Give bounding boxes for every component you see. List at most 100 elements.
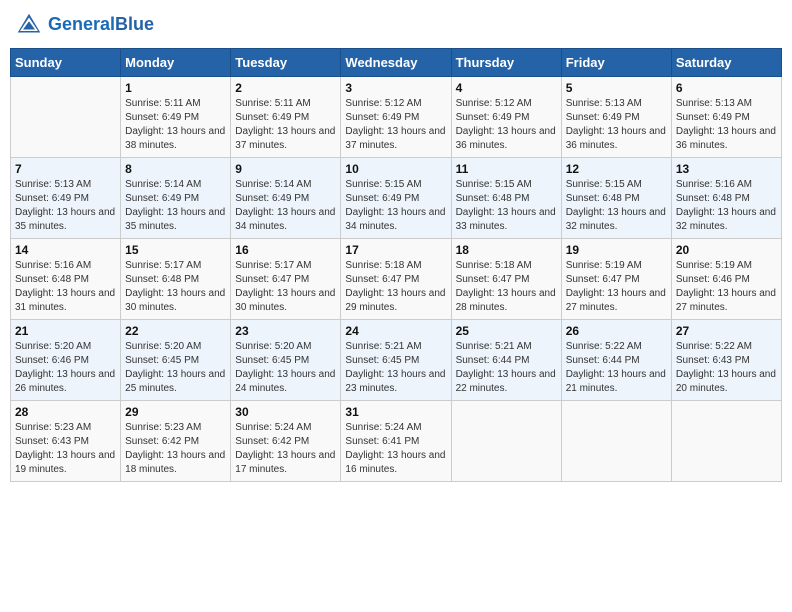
day-number: 1 xyxy=(125,81,226,95)
logo: GeneralBlue xyxy=(14,10,154,40)
header-day-friday: Friday xyxy=(561,49,671,77)
cell-info: Sunrise: 5:20 AMSunset: 6:46 PMDaylight:… xyxy=(15,340,116,396)
calendar-cell: 25 Sunrise: 5:21 AMSunset: 6:44 PMDayligh… xyxy=(451,320,561,401)
calendar-cell: 18 Sunrise: 5:18 AMSunset: 6:47 PMDayligh… xyxy=(451,239,561,320)
calendar-cell: 28 Sunrise: 5:23 AMSunset: 6:43 PMDayligh… xyxy=(11,401,121,482)
cell-info: Sunrise: 5:23 AMSunset: 6:42 PMDaylight:… xyxy=(125,421,226,477)
day-number: 18 xyxy=(456,243,557,257)
cell-info: Sunrise: 5:20 AMSunset: 6:45 PMDaylight:… xyxy=(235,340,336,396)
calendar-cell: 12Sunrise: 5:15 AMSunset: 6:48 PMDayligh… xyxy=(561,158,671,239)
calendar-cell: 30Sunrise: 5:24 AMSunset: 6:42 PMDayligh… xyxy=(231,401,341,482)
calendar-cell: 4 Sunrise: 5:12 AMSunset: 6:49 PMDaylight… xyxy=(451,77,561,158)
calendar-cell xyxy=(11,77,121,158)
calendar-cell: 27 Sunrise: 5:22 AMSunset: 6:43 PMDayligh… xyxy=(671,320,781,401)
cell-info: Sunrise: 5:23 AMSunset: 6:43 PMDaylight:… xyxy=(15,421,116,477)
header-day-thursday: Thursday xyxy=(451,49,561,77)
cell-info: Sunrise: 5:16 AMSunset: 6:48 PMDaylight:… xyxy=(15,259,116,315)
day-number: 9 xyxy=(235,162,336,176)
calendar-cell: 14 Sunrise: 5:16 AMSunset: 6:48 PMDayligh… xyxy=(11,239,121,320)
cell-info: Sunrise: 5:17 AMSunset: 6:48 PMDaylight:… xyxy=(125,259,226,315)
header-day-monday: Monday xyxy=(121,49,231,77)
calendar-cell: 21 Sunrise: 5:20 AMSunset: 6:46 PMDayligh… xyxy=(11,320,121,401)
cell-info: Sunrise: 5:20 AMSunset: 6:45 PMDaylight:… xyxy=(125,340,226,396)
calendar-cell: 2 Sunrise: 5:11 AMSunset: 6:49 PMDaylight… xyxy=(231,77,341,158)
day-number: 25 xyxy=(456,324,557,338)
day-number: 7 xyxy=(15,162,116,176)
calendar-cell: 13 Sunrise: 5:16 AMSunset: 6:48 PMDayligh… xyxy=(671,158,781,239)
cell-info: Sunrise: 5:21 AMSunset: 6:45 PMDaylight:… xyxy=(345,340,446,396)
cell-info: Sunrise: 5:18 AMSunset: 6:47 PMDaylight:… xyxy=(345,259,446,315)
header-day-saturday: Saturday xyxy=(671,49,781,77)
day-number: 24 xyxy=(345,324,446,338)
cell-info: Sunrise: 5:18 AMSunset: 6:47 PMDaylight:… xyxy=(456,259,557,315)
cell-info: Sunrise: 5:22 AMSunset: 6:44 PMDaylight:… xyxy=(566,340,667,396)
cell-info: Sunrise: 5:11 AMSunset: 6:49 PMDaylight:… xyxy=(235,97,336,153)
cell-info: Sunrise: 5:14 AMSunset: 6:49 PMDaylight:… xyxy=(125,178,226,234)
calendar-cell: 8Sunrise: 5:14 AMSunset: 6:49 PMDaylight… xyxy=(121,158,231,239)
calendar-cell: 10Sunrise: 5:15 AMSunset: 6:49 PMDayligh… xyxy=(341,158,451,239)
week-row-0: 1 Sunrise: 5:11 AMSunset: 6:49 PMDaylight… xyxy=(11,77,782,158)
day-number: 26 xyxy=(566,324,667,338)
day-number: 14 xyxy=(15,243,116,257)
day-number: 23 xyxy=(235,324,336,338)
cell-info: Sunrise: 5:21 AMSunset: 6:44 PMDaylight:… xyxy=(456,340,557,396)
day-number: 4 xyxy=(456,81,557,95)
day-number: 20 xyxy=(676,243,777,257)
logo-icon xyxy=(14,10,44,40)
day-number: 12 xyxy=(566,162,667,176)
day-number: 15 xyxy=(125,243,226,257)
cell-info: Sunrise: 5:11 AMSunset: 6:49 PMDaylight:… xyxy=(125,97,226,153)
cell-info: Sunrise: 5:15 AMSunset: 6:49 PMDaylight:… xyxy=(345,178,446,234)
cell-info: Sunrise: 5:24 AMSunset: 6:41 PMDaylight:… xyxy=(345,421,446,477)
day-number: 29 xyxy=(125,405,226,419)
calendar-cell xyxy=(561,401,671,482)
day-number: 13 xyxy=(676,162,777,176)
calendar-cell: 1 Sunrise: 5:11 AMSunset: 6:49 PMDaylight… xyxy=(121,77,231,158)
calendar-cell xyxy=(671,401,781,482)
cell-info: Sunrise: 5:13 AMSunset: 6:49 PMDaylight:… xyxy=(676,97,777,153)
day-number: 16 xyxy=(235,243,336,257)
day-number: 11 xyxy=(456,162,557,176)
calendar-cell: 17 Sunrise: 5:18 AMSunset: 6:47 PMDayligh… xyxy=(341,239,451,320)
day-number: 31 xyxy=(345,405,446,419)
calendar-cell: 31 Sunrise: 5:24 AMSunset: 6:41 PMDayligh… xyxy=(341,401,451,482)
cell-info: Sunrise: 5:19 AMSunset: 6:46 PMDaylight:… xyxy=(676,259,777,315)
calendar-cell: 6 Sunrise: 5:13 AMSunset: 6:49 PMDaylight… xyxy=(671,77,781,158)
day-number: 21 xyxy=(15,324,116,338)
day-number: 2 xyxy=(235,81,336,95)
cell-info: Sunrise: 5:13 AMSunset: 6:49 PMDaylight:… xyxy=(566,97,667,153)
week-row-2: 14 Sunrise: 5:16 AMSunset: 6:48 PMDayligh… xyxy=(11,239,782,320)
logo-text: GeneralBlue xyxy=(48,15,154,35)
day-number: 22 xyxy=(125,324,226,338)
calendar-cell: 3 Sunrise: 5:12 AMSunset: 6:49 PMDaylight… xyxy=(341,77,451,158)
day-number: 17 xyxy=(345,243,446,257)
calendar-cell: 16 Sunrise: 5:17 AMSunset: 6:47 PMDayligh… xyxy=(231,239,341,320)
cell-info: Sunrise: 5:17 AMSunset: 6:47 PMDaylight:… xyxy=(235,259,336,315)
week-row-1: 7Sunrise: 5:13 AMSunset: 6:49 PMDaylight… xyxy=(11,158,782,239)
week-row-4: 28 Sunrise: 5:23 AMSunset: 6:43 PMDayligh… xyxy=(11,401,782,482)
calendar-cell: 9Sunrise: 5:14 AMSunset: 6:49 PMDaylight… xyxy=(231,158,341,239)
day-number: 3 xyxy=(345,81,446,95)
day-number: 6 xyxy=(676,81,777,95)
day-number: 5 xyxy=(566,81,667,95)
cell-info: Sunrise: 5:19 AMSunset: 6:47 PMDaylight:… xyxy=(566,259,667,315)
calendar-cell: 26 Sunrise: 5:22 AMSunset: 6:44 PMDayligh… xyxy=(561,320,671,401)
calendar-cell: 7Sunrise: 5:13 AMSunset: 6:49 PMDaylight… xyxy=(11,158,121,239)
cell-info: Sunrise: 5:12 AMSunset: 6:49 PMDaylight:… xyxy=(456,97,557,153)
calendar-cell: 24 Sunrise: 5:21 AMSunset: 6:45 PMDayligh… xyxy=(341,320,451,401)
calendar-cell: 20 Sunrise: 5:19 AMSunset: 6:46 PMDayligh… xyxy=(671,239,781,320)
calendar-body: 1 Sunrise: 5:11 AMSunset: 6:49 PMDaylight… xyxy=(11,77,782,482)
cell-info: Sunrise: 5:16 AMSunset: 6:48 PMDaylight:… xyxy=(676,178,777,234)
calendar-cell xyxy=(451,401,561,482)
cell-info: Sunrise: 5:24 AMSunset: 6:42 PMDaylight:… xyxy=(235,421,336,477)
day-number: 28 xyxy=(15,405,116,419)
header-day-sunday: Sunday xyxy=(11,49,121,77)
day-number: 27 xyxy=(676,324,777,338)
header-row: SundayMondayTuesdayWednesdayThursdayFrid… xyxy=(11,49,782,77)
cell-info: Sunrise: 5:12 AMSunset: 6:49 PMDaylight:… xyxy=(345,97,446,153)
cell-info: Sunrise: 5:15 AMSunset: 6:48 PMDaylight:… xyxy=(456,178,557,234)
calendar-cell: 15 Sunrise: 5:17 AMSunset: 6:48 PMDayligh… xyxy=(121,239,231,320)
cell-info: Sunrise: 5:22 AMSunset: 6:43 PMDaylight:… xyxy=(676,340,777,396)
page-header: GeneralBlue xyxy=(10,10,782,40)
header-day-tuesday: Tuesday xyxy=(231,49,341,77)
